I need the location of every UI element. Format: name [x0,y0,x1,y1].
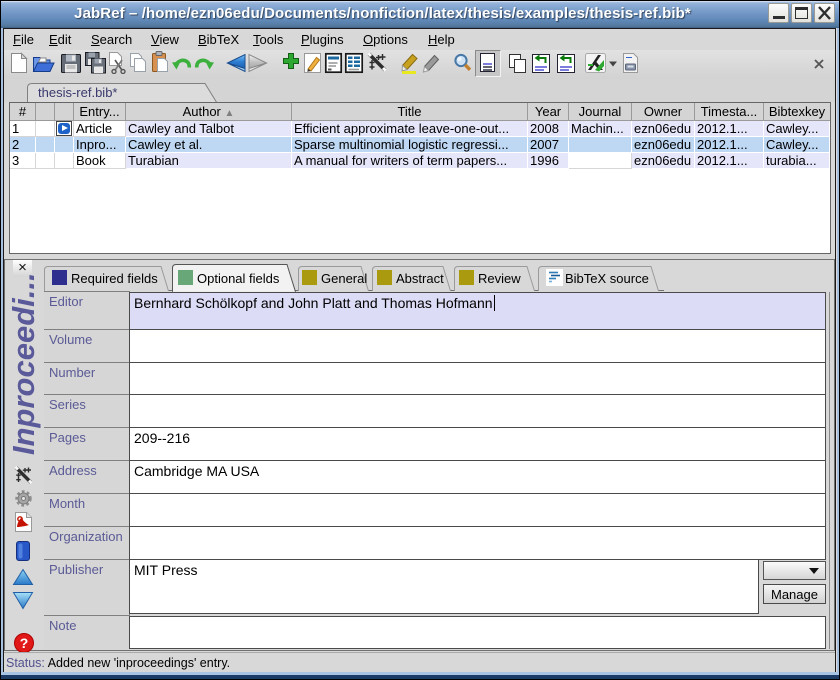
svg-text:?: ? [20,635,29,651]
